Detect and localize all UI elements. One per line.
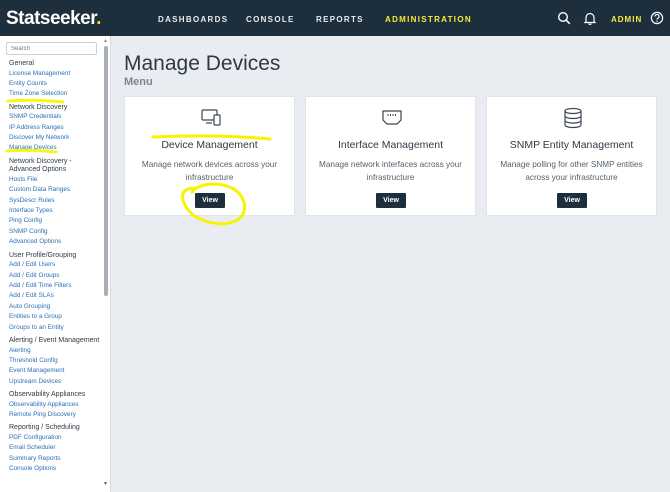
link-upstream-devices[interactable]: Upstream Devices [9,377,101,387]
sidebar-search-input[interactable] [6,42,97,55]
link-add-edit-users[interactable]: Add / Edit Users [9,260,101,270]
link-snmp-config[interactable]: SNMP Config [9,227,101,237]
link-email-scheduler[interactable]: Email Scheduler [9,443,101,453]
group-network-discovery-advanced: Network Discovery - Advanced Options [9,157,72,174]
link-discover-my-network[interactable]: Discover My Network [9,133,101,143]
link-hosts-file[interactable]: Hosts File [9,175,101,185]
group-observability-appliances: Observability Appliances [9,391,86,399]
nav-console[interactable]: CONSOLE [246,15,295,24]
link-add-edit-groups[interactable]: Add / Edit Groups [9,271,101,281]
nav-administration[interactable]: ADMINISTRATION [385,15,472,24]
scroll-up-arrow[interactable]: ▲ [103,38,108,44]
group-reporting-scheduling: Reporting / Scheduling [9,424,80,432]
link-auto-grouping[interactable]: Auto Grouping [9,302,101,312]
card-title: Interface Management [337,139,444,151]
link-license-management[interactable]: License Management [9,69,101,79]
link-entity-counts[interactable]: Entity Counts [9,79,101,89]
card-snmp-entity-management: SNMP Entity Management Manage polling fo… [486,96,657,216]
card-description: Manage network interfaces across your in… [319,160,462,182]
admin-sidebar: ▲ ▼ General License Management Entity Co… [0,36,111,492]
user-menu-admin[interactable]: ADMIN [611,15,642,24]
link-time-zone-selection[interactable]: Time Zone Selection [9,89,101,99]
nav-dashboards[interactable]: DASHBOARDS [158,15,228,24]
scroll-down-arrow[interactable]: ▼ [103,481,108,487]
link-ip-address-ranges[interactable]: IP Address Ranges [9,123,101,133]
card-title: SNMP Entity Management [509,139,634,151]
top-nav-bar: Statseeker. DASHBOARDS CONSOLE REPORTS A… [0,0,670,36]
search-icon[interactable] [557,11,571,25]
network-port-icon [382,110,402,125]
bell-icon[interactable] [583,11,597,25]
link-add-edit-time-filters[interactable]: Add / Edit Time Filters [9,281,101,291]
group-network-discovery: Network Discovery [9,103,68,111]
group-alerting-event-management: Alerting / Event Management [9,337,100,345]
devices-icon [201,109,221,126]
group-user-profile-grouping: User Profile/Grouping [9,251,77,259]
database-icon [564,107,582,129]
snmp-entity-management-view-button[interactable]: View [557,193,587,208]
link-alerting[interactable]: Alerting [9,346,101,356]
link-advanced-options[interactable]: Advanced Options [9,237,101,247]
link-threshold-config[interactable]: Threshold Config [9,356,101,366]
page-subtitle: Menu [124,76,153,88]
link-groups-to-an-entity[interactable]: Groups to an Entity [9,323,101,333]
sidebar-scrollbar-thumb[interactable] [104,46,108,296]
interface-management-view-button[interactable]: View [376,193,406,208]
card-interface-management: Interface Management Manage network inte… [305,96,476,216]
link-snmp-credentials[interactable]: SNMP Credentials [9,112,101,122]
link-event-management[interactable]: Event Management [9,366,101,376]
link-entities-to-a-group[interactable]: Entities to a Group [9,312,101,322]
link-ping-config[interactable]: Ping Config [9,216,101,226]
link-custom-data-ranges[interactable]: Custom Data Ranges [9,185,101,195]
link-remote-ping-discovery[interactable]: Remote Ping Discovery [9,410,101,420]
card-description: Manage polling for other SNMP entities a… [500,160,643,182]
link-interface-types[interactable]: Interface Types [9,206,101,216]
card-description: Manage network devices across your infra… [141,160,278,182]
link-observability-appliances[interactable]: Observability Appliances [9,400,101,410]
link-pdf-configuration[interactable]: PDF Configuration [9,433,101,443]
card-device-management: Device Management Manage network devices… [124,96,295,216]
link-summary-reports[interactable]: Summary Reports [9,454,101,464]
sidebar-nav: General License Management Entity Counts… [9,60,101,475]
card-title: Device Management [161,139,258,151]
group-general: General [9,60,34,67]
help-icon[interactable] [650,11,664,25]
link-console-options[interactable]: Console Options [9,464,101,474]
device-management-view-button[interactable]: View [195,193,225,208]
link-sysdescr-rules[interactable]: SysDescr Rules [9,196,101,206]
nav-reports[interactable]: REPORTS [316,15,364,24]
link-add-edit-slas[interactable]: Add / Edit SLAs [9,291,101,301]
link-manage-devices[interactable]: Manage Devices [9,143,101,153]
statseeker-logo[interactable]: Statseeker. [6,8,101,30]
page-title: Manage Devices [124,52,281,75]
